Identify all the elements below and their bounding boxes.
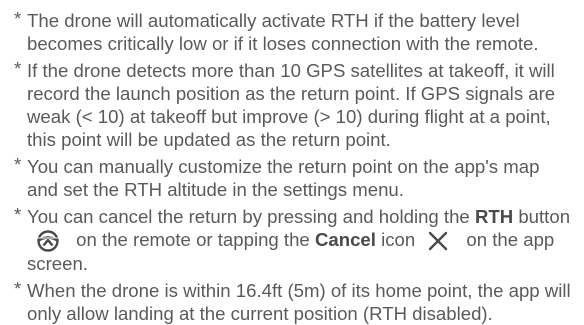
note-item-customize-return: * You can manually customize the return … — [14, 154, 574, 201]
note-item-home-proximity: * When the drone is within 16.4ft (5m) o… — [14, 278, 574, 325]
note-item-auto-rth: * The drone will automatically activate … — [14, 8, 574, 55]
document-page: * The drone will automatically activate … — [0, 0, 584, 324]
bullet-asterisk: * — [14, 204, 22, 225]
note-text: If the drone detects more than 10 GPS sa… — [27, 60, 556, 150]
bullet-asterisk: * — [14, 278, 22, 300]
note-text-part: button — [513, 206, 571, 227]
rth-label: RTH — [474, 206, 514, 227]
close-x-icon — [427, 230, 449, 252]
note-item-gps-return-point: * If the drone detects more than 10 GPS … — [14, 58, 574, 151]
bullet-asterisk: * — [14, 154, 22, 175]
note-text-part: You can cancel the return by pressing an… — [27, 206, 475, 227]
note-text: You can manually customize the return po… — [27, 156, 540, 200]
bullet-asterisk: * — [14, 58, 22, 79]
bullet-asterisk: * — [14, 8, 22, 29]
rth-home-icon — [33, 230, 63, 252]
note-text-part: icon — [375, 229, 416, 250]
note-text-part: on the remote or tapping the — [71, 229, 315, 250]
cancel-label: Cancel — [314, 229, 376, 250]
note-item-cancel-return: * You can cancel the return by pressing … — [14, 204, 574, 275]
note-text: When the drone is within 16.4ft (5m) of … — [27, 280, 571, 325]
note-text: The drone will automatically activate RT… — [27, 10, 539, 54]
